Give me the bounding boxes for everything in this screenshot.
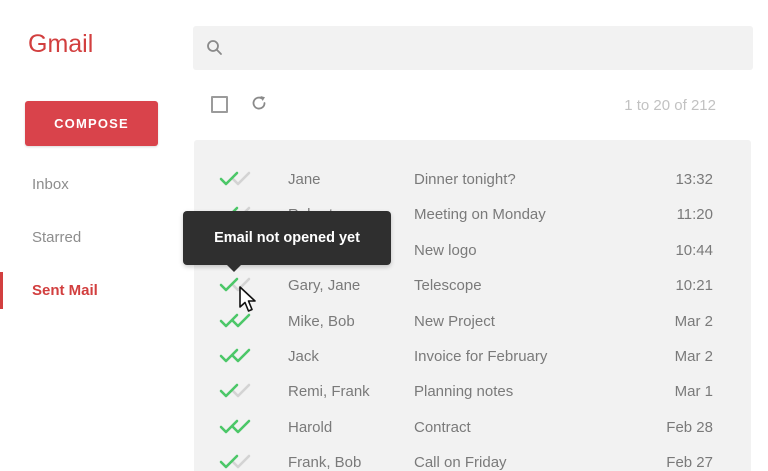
mail-row[interactable]: Gary, Jane Telescope 10:21 <box>194 268 751 303</box>
mail-time: Feb 27 <box>666 454 713 471</box>
single-check-icon <box>219 171 251 186</box>
mail-row[interactable]: Remi, Frank Planning notes Mar 1 <box>194 374 751 409</box>
mail-time: 10:21 <box>675 277 713 295</box>
mail-time: 13:32 <box>675 171 713 188</box>
mail-row[interactable]: Jack Invoice for February Mar 2 <box>194 339 751 374</box>
mail-sender: Harold <box>288 418 333 436</box>
mail-sender: Gary, Jane <box>288 277 361 295</box>
double-check-icon <box>219 419 251 434</box>
mail-time: Feb 28 <box>666 418 713 436</box>
mail-sender: Mike, Bob <box>288 312 355 330</box>
mail-subject: Contract <box>414 418 471 436</box>
sidebar-item-sent-mail[interactable]: Sent Mail <box>32 282 98 299</box>
tooltip-arrow <box>226 264 242 272</box>
mail-subject: Invoice for February <box>414 348 548 365</box>
mouse-cursor-icon <box>239 286 256 312</box>
search-icon[interactable] <box>206 39 224 57</box>
sidebar-item-starred[interactable]: Starred <box>32 229 81 246</box>
mail-time: 11:20 <box>676 206 713 224</box>
mail-time: Mar 1 <box>674 383 713 401</box>
mail-app: Gmail COMPOSE Inbox Starred Sent Mail 1 … <box>0 0 768 471</box>
mail-row[interactable]: Frank, Bob Call on Friday Feb 27 <box>194 445 751 471</box>
mail-time: 10:44 <box>675 241 713 259</box>
mail-list: JaneDinner tonight?13:32RobertMeeting on… <box>194 140 751 471</box>
mail-subject: Telescope <box>414 277 482 295</box>
mail-subject: Planning notes <box>414 383 514 401</box>
pagination-label: 1 to 20 of 212 <box>624 97 716 114</box>
gmail-logo: Gmail <box>28 30 94 58</box>
mail-row[interactable]: Harold Contract Feb 28 <box>194 410 751 445</box>
mail-row[interactable]: Jane Dinner tonight? 13:32 <box>194 162 751 197</box>
compose-button[interactable]: COMPOSE <box>25 101 158 146</box>
sidebar-item-inbox[interactable]: Inbox <box>32 176 69 193</box>
search-input[interactable] <box>233 34 737 64</box>
double-check-icon <box>219 348 251 363</box>
mail-subject: Dinner tonight? <box>414 171 516 188</box>
mail-sender: Jane <box>288 171 321 188</box>
mail-subject: Meeting on Monday <box>414 206 546 224</box>
active-nav-indicator <box>0 272 3 309</box>
mail-row[interactable]: Mike, Bob New Project Mar 2 <box>194 304 751 339</box>
search-bar[interactable] <box>193 26 753 70</box>
tooltip: Email not opened yet <box>183 211 391 265</box>
mail-time: Mar 2 <box>674 348 713 365</box>
mail-subject: New Project <box>414 312 495 330</box>
mail-sender: Remi, Frank <box>288 383 370 401</box>
mail-sender: Jack <box>288 348 319 365</box>
single-check-icon <box>219 454 251 469</box>
single-check-icon <box>219 384 251 398</box>
mail-subject: Call on Friday <box>414 454 507 471</box>
select-all-checkbox[interactable] <box>211 96 228 113</box>
mail-subject: New logo <box>414 241 477 259</box>
refresh-icon[interactable] <box>250 94 268 112</box>
mail-time: Mar 2 <box>674 312 713 330</box>
mail-sender: Frank, Bob <box>288 454 362 471</box>
